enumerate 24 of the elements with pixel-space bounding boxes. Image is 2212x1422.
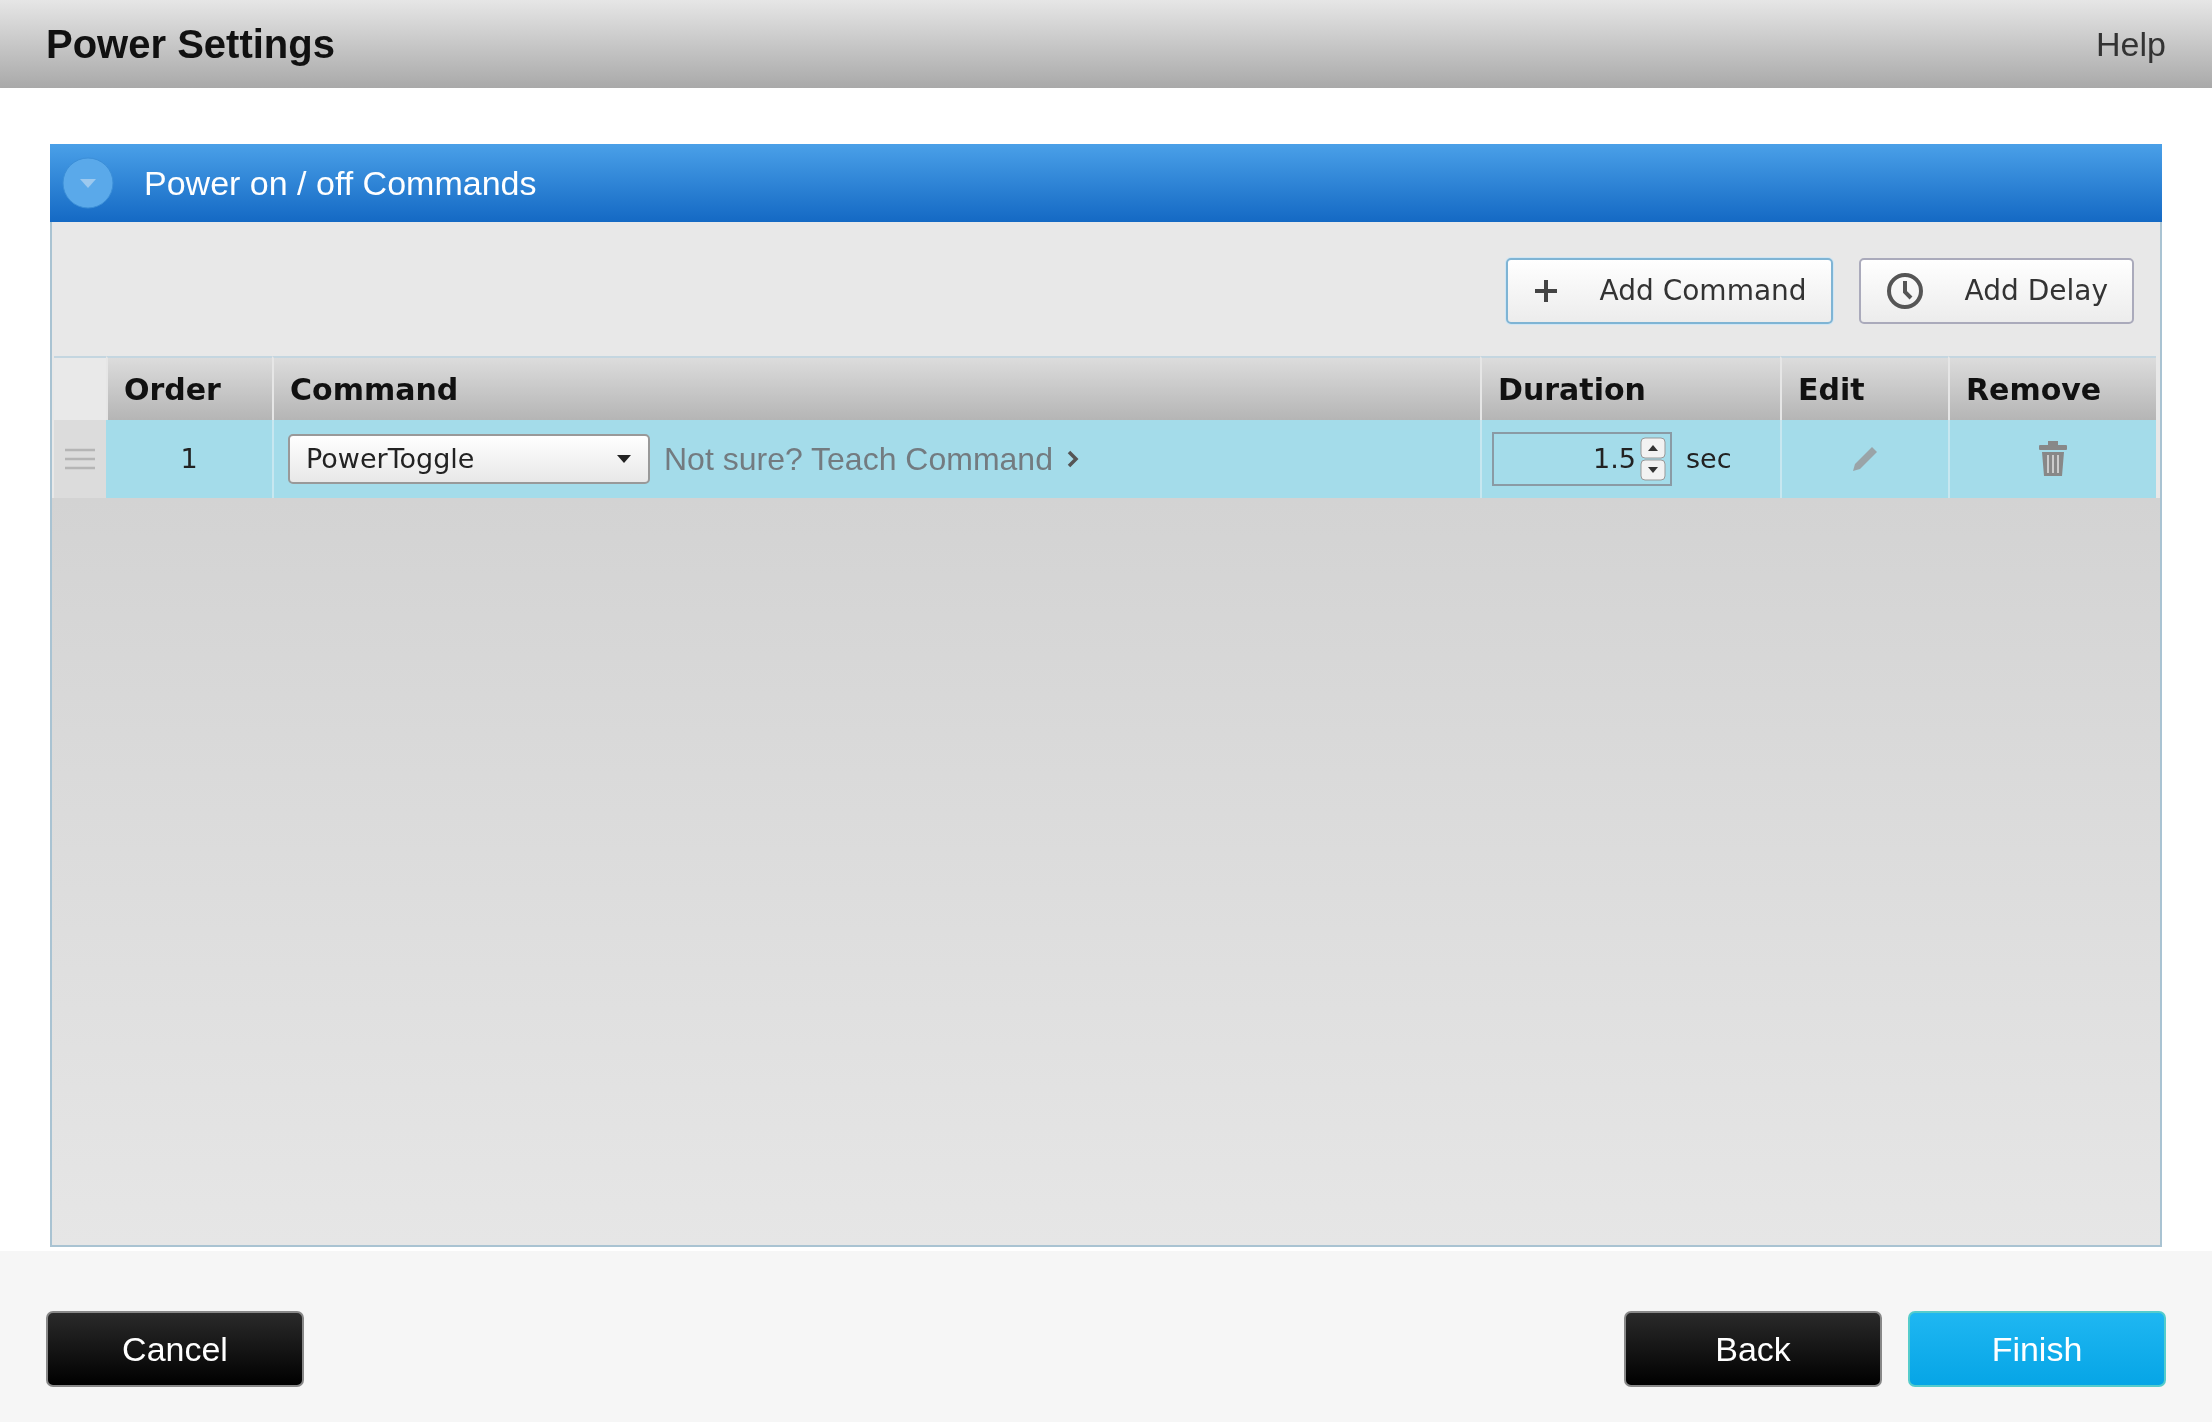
drag-handle-icon[interactable] [63, 447, 97, 471]
footer-button[interactable]: Cancel [46, 1311, 304, 1387]
add-command-button[interactable]: Add Command [1505, 258, 1833, 324]
spinner-arrows-icon[interactable] [1640, 437, 1666, 481]
panel-header[interactable]: Power on / off Commands [50, 144, 2162, 222]
column-header: Duration [1480, 356, 1780, 420]
trash-icon[interactable] [2036, 440, 2070, 478]
unit-label: sec [1686, 441, 1732, 476]
column-header: Remove [1948, 356, 2156, 420]
caret-icon [616, 454, 632, 464]
collapse-icon[interactable] [62, 157, 114, 209]
column-header: Edit [1780, 356, 1948, 420]
help-link[interactable]: Help [2096, 18, 2166, 70]
clock-icon [1884, 271, 1925, 311]
command-dropdown[interactable]: PowerToggle [288, 434, 650, 484]
column-header: Order [106, 356, 272, 420]
duration-input[interactable]: 1.5 [1492, 432, 1672, 486]
page-title: Power Settings [46, 21, 335, 68]
panel-title: Power on / off Commands [144, 162, 537, 204]
footer-button[interactable]: Back [1624, 1311, 1882, 1387]
order-cell: 1 [106, 420, 272, 498]
add-delay-button[interactable]: Add Delay [1858, 258, 2134, 324]
chevron-right-icon [1066, 450, 1079, 468]
column-header: Command [272, 356, 1480, 420]
